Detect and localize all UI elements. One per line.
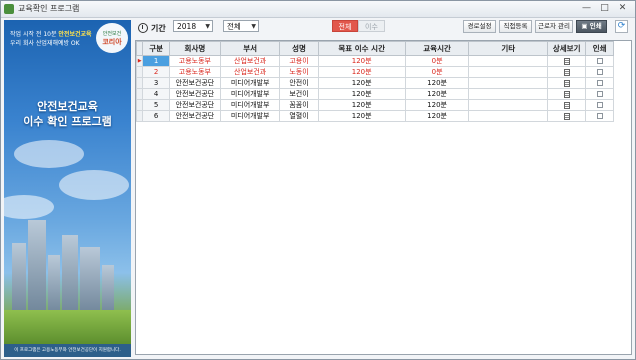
banner-footer: 이 프로그램은 고용노동부와 안전보건공단이 지원합니다. [4,344,131,357]
detail-view-icon[interactable] [563,112,570,120]
col-print[interactable]: 인쇄 [585,41,614,56]
brand-logo: 안전보건 코리아 [96,23,128,53]
print-checkbox[interactable] [596,113,603,119]
detail-view-icon[interactable] [563,79,570,87]
main-panel: 기간 2018 ▼ 전체 ▼ 전체 이수 경로설정 직접등록 근로자 관리 ▣ 인쇄… [135,20,633,357]
print-checkbox[interactable] [596,102,603,108]
tab-all[interactable]: 전체 [332,20,358,32]
period-label: 기간 [151,24,166,33]
table-row[interactable]: 5 안전보건공단 미디어개발부 꼼꼼이 120분 120분 [135,99,614,111]
maximize-button[interactable]: □ [596,2,613,14]
minimize-button[interactable]: — [578,2,595,14]
col-detail[interactable]: 상세보기 [547,41,587,56]
chevron-down-icon: ▼ [251,23,256,30]
grass-illustration [4,310,131,344]
tab-completed[interactable]: 이수 [358,20,385,32]
detail-view-icon[interactable] [563,57,570,65]
table-header: 구분 회사명 부서 성명 목표 이수 시간 교육시간 기타 상세보기 인쇄 [135,41,614,56]
banner-headline: 안전보건교육 [37,100,98,113]
banner-subheadline: 이수 확인 프로그램 [23,115,112,128]
print-checkbox[interactable] [596,58,603,64]
table-row[interactable]: 3 안전보건공단 미디어개발부 안전이 120분 120분 [135,77,614,89]
print-checkbox[interactable] [596,91,603,97]
col-target-hours[interactable]: 목표 이수 시간 [317,41,406,56]
refresh-icon[interactable]: ⟳ [615,20,628,33]
table-row[interactable]: 6 안전보건공단 미디어개발부 열혈이 120분 120분 [135,110,614,122]
detail-view-icon[interactable] [563,101,570,109]
printer-icon: ▣ [581,22,590,30]
col-company[interactable]: 회사명 [168,41,221,56]
direct-register-button[interactable]: 직접등록 [499,20,532,33]
year-select[interactable]: 2018 ▼ [173,20,213,32]
close-button[interactable]: ✕ [614,2,631,14]
app-icon [4,4,14,14]
col-etc[interactable]: 기타 [468,41,549,56]
table-row[interactable]: ▶ 1 고용노동부 산업보건과 고용이 120분 0분 [135,55,614,67]
chevron-down-icon: ▼ [205,23,210,30]
app-window: 교육확인 프로그램 — □ ✕ 작업 시작 전 10분 안전보건교육 우리 회사… [0,0,636,360]
clock-icon [138,23,148,33]
path-settings-button[interactable]: 경로설정 [463,20,496,33]
table-row[interactable]: 2 고용노동부 산업보건과 노동이 120분 0분 [135,66,614,78]
banner-tagline-2: 우리 회사 산업재해예방 OK [10,40,80,47]
col-dept[interactable]: 부서 [219,41,281,56]
print-checkbox[interactable] [596,80,603,86]
table-row[interactable]: 4 안전보건공단 미디어개발부 보건이 120분 120분 [135,88,614,100]
detail-view-icon[interactable] [563,68,570,76]
col-no[interactable]: 구분 [142,41,170,56]
col-name[interactable]: 성명 [279,41,319,56]
print-checkbox[interactable] [596,69,603,75]
worker-management-button[interactable]: 근로자 관리 [535,20,573,33]
title-bar: 교육확인 프로그램 — □ ✕ [1,1,635,18]
education-table: 구분 회사명 부서 성명 목표 이수 시간 교육시간 기타 상세보기 인쇄 ▶ [135,40,632,355]
side-banner: 작업 시작 전 10분 안전보건교육 우리 회사 산업재해예방 OK 안전보건 … [4,20,131,357]
detail-view-icon[interactable] [563,90,570,98]
scope-select[interactable]: 전체 ▼ [223,20,259,32]
window-title: 교육확인 프로그램 [18,4,80,13]
col-edu-hours[interactable]: 교육시간 [404,41,470,56]
print-button[interactable]: ▣ 인쇄 [576,20,607,33]
banner-tagline: 작업 시작 전 10분 안전보건교육 [10,31,92,38]
